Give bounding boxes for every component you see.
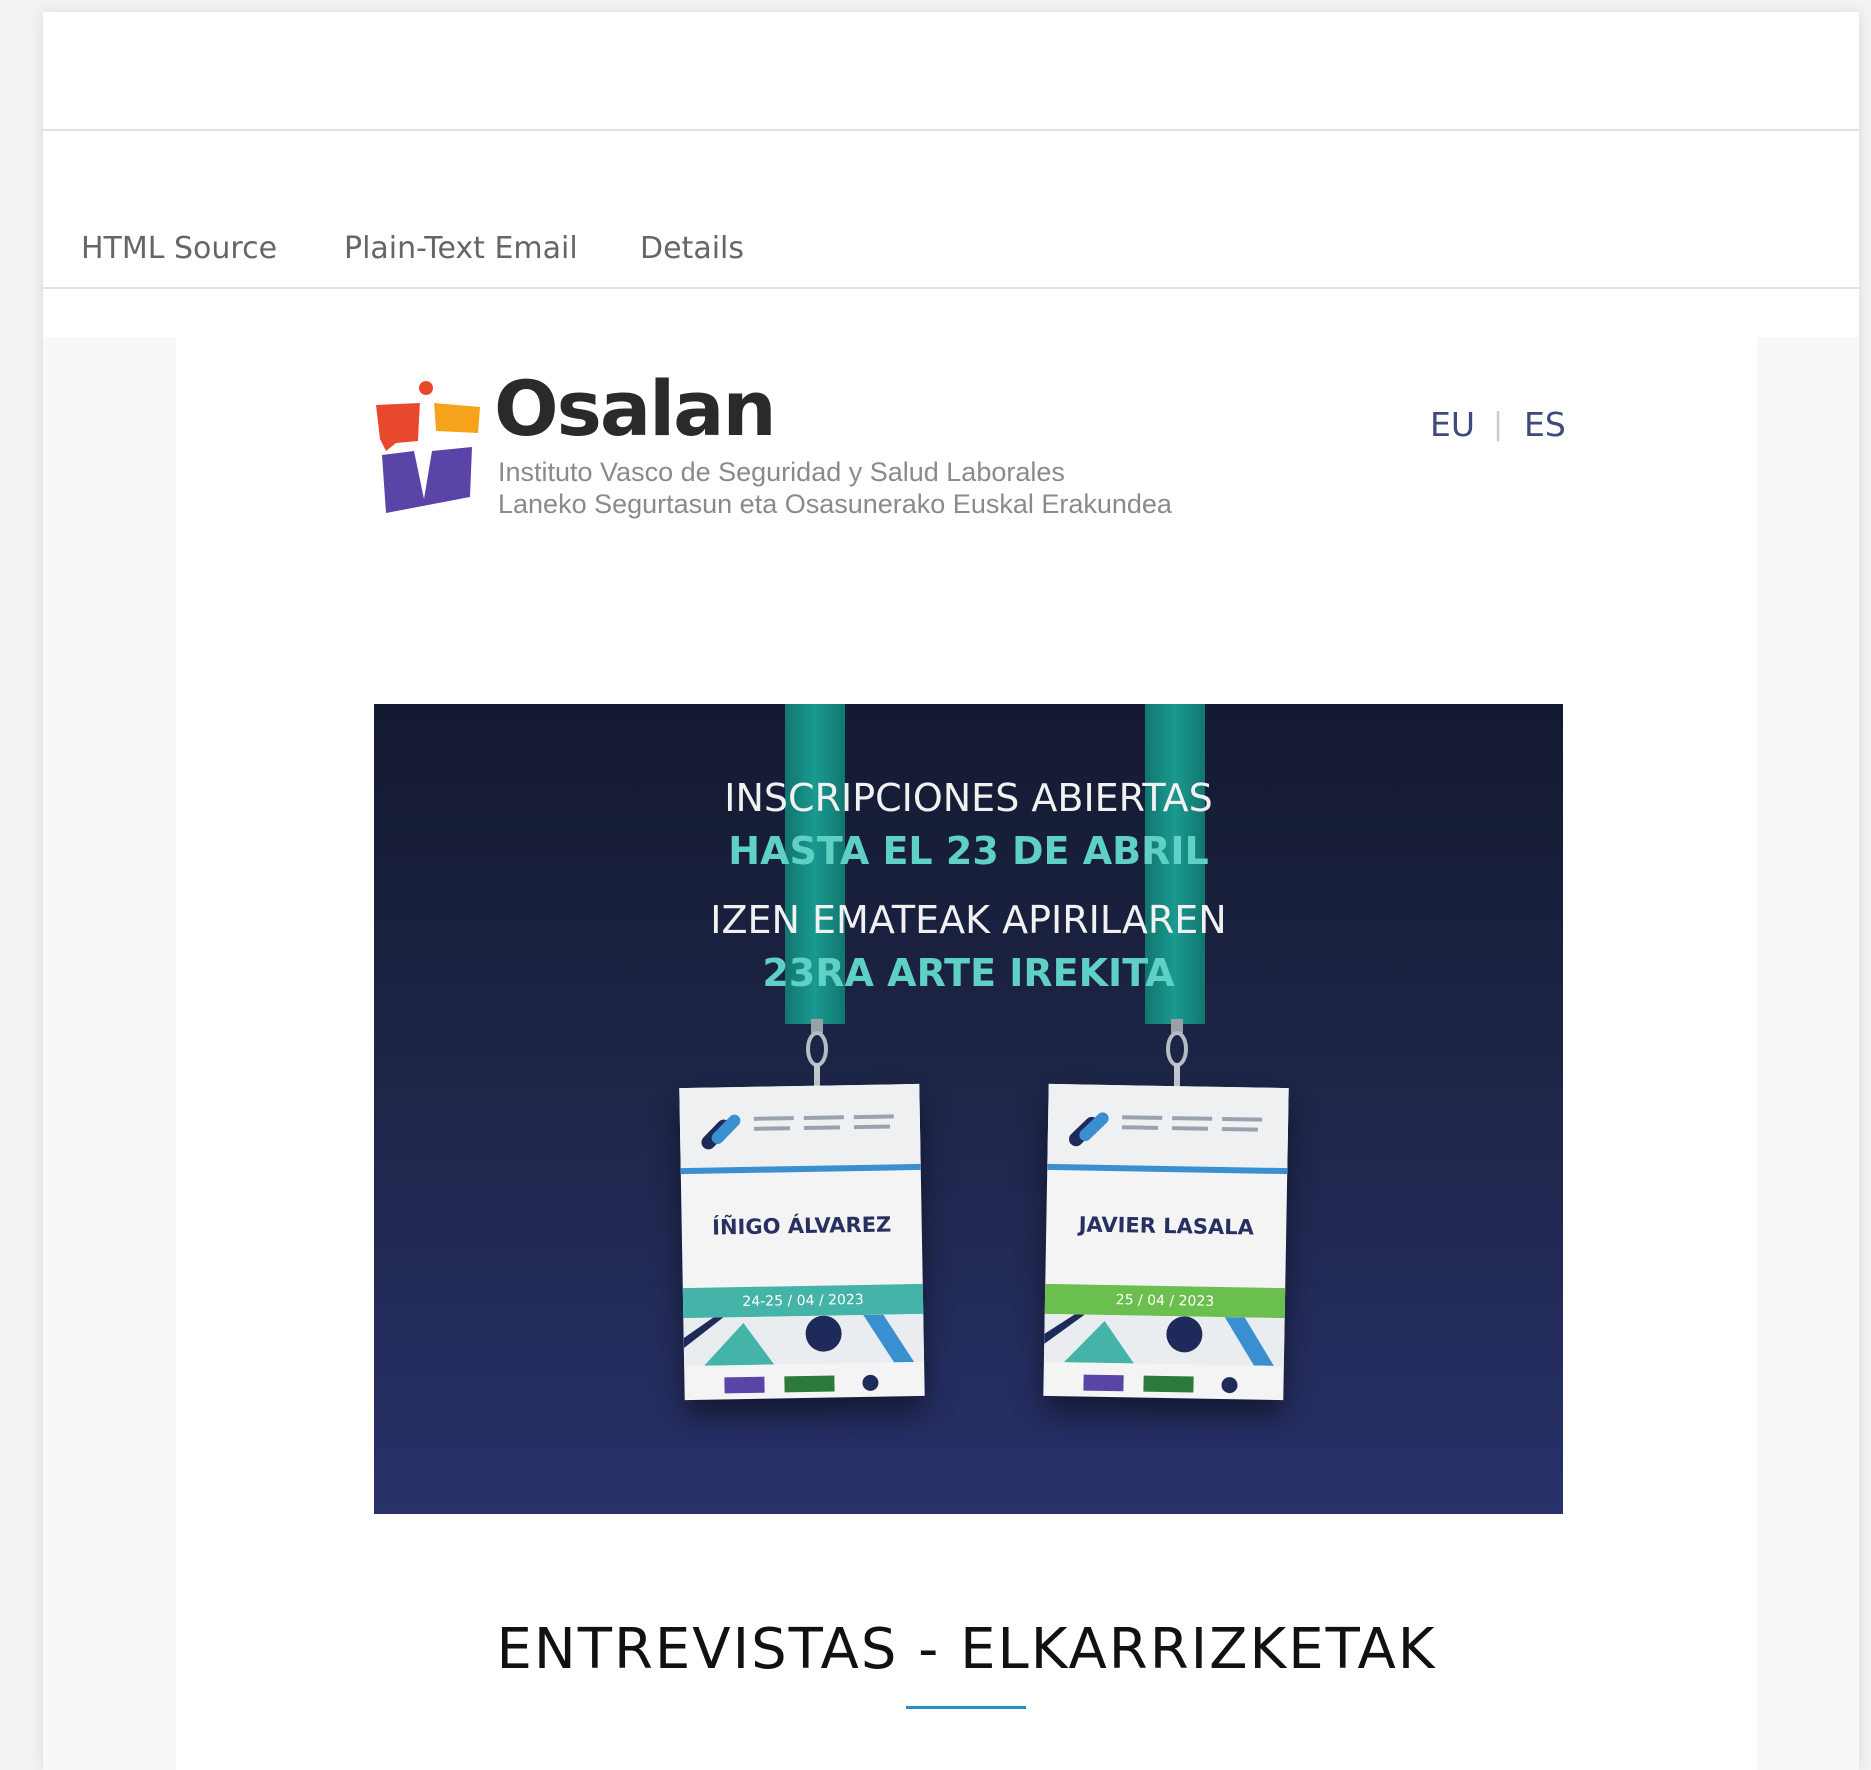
- preview-tab-bar: HTML Source Plain-Text Email Details: [43, 131, 1859, 289]
- name-badge-1: ÍÑIGO ÁLVAREZ 24-25 / 04 / 2023: [679, 1083, 925, 1401]
- congress-logo-icon: [701, 1114, 894, 1150]
- badge-header: [679, 1083, 921, 1175]
- section-title: ENTREVISTAS - ELKARRIZKETAK: [496, 1617, 1437, 1682]
- language-separator: |: [1493, 407, 1504, 442]
- badge-name: JAVIER LASALA: [1078, 1212, 1255, 1240]
- banner-line-1: INSCRIPCIONES ABIERTAS: [724, 776, 1213, 820]
- name-badge-2: JAVIER LASALA 25 / 04 / 2023: [1043, 1083, 1289, 1401]
- banner-line-3: IZEN EMATEAK APIRILAREN: [710, 898, 1227, 942]
- tab-html-source[interactable]: HTML Source: [81, 231, 277, 266]
- language-link-es[interactable]: ES: [1524, 405, 1566, 444]
- brand-subtitle-es: Instituto Vasco de Seguridad y Salud Lab…: [498, 457, 1065, 487]
- section-title-underline: [906, 1706, 1026, 1709]
- email-canvas: Osalan Instituto Vasco de Seguridad y Sa…: [43, 337, 1859, 1770]
- badge-name: ÍÑIGO ÁLVAREZ: [711, 1212, 892, 1240]
- badge-dates: 25 / 04 / 2023: [1044, 1283, 1286, 1319]
- badge-artwork-icon: [1043, 1313, 1285, 1367]
- brand-name: Osalan: [494, 364, 777, 453]
- osalan-logo-icon: [376, 381, 480, 513]
- email-body: Osalan Instituto Vasco de Seguridad y Sa…: [176, 337, 1757, 1770]
- banner-line-2: HASTA EL 23 DE ABRIL: [728, 829, 1209, 873]
- congress-logo-icon: [1069, 1112, 1263, 1147]
- language-link-eu[interactable]: EU: [1430, 405, 1475, 444]
- brand-subtitle-eu: Laneko Segurtasun eta Osasunerako Euskal…: [498, 489, 1172, 519]
- badge-header: [1047, 1083, 1289, 1175]
- badge-dates: 24-25 / 04 / 2023: [682, 1283, 924, 1319]
- badge-artwork-icon: [683, 1313, 925, 1367]
- banner-line-4: 23RA ARTE IREKITA: [762, 951, 1175, 995]
- badge-sponsor-logos-icon: [724, 1374, 879, 1394]
- tab-plain-text-email[interactable]: Plain-Text Email: [344, 231, 578, 266]
- registration-banner-image[interactable]: INSCRIPCIONES ABIERTAS HASTA EL 23 DE AB…: [374, 704, 1563, 1514]
- tab-details[interactable]: Details: [640, 231, 744, 266]
- badge-sponsor-logos-icon: [1083, 1374, 1238, 1394]
- email-preview-window: HTML Source Plain-Text Email Details Osa…: [43, 12, 1859, 1770]
- top-toolbar: [43, 12, 1859, 131]
